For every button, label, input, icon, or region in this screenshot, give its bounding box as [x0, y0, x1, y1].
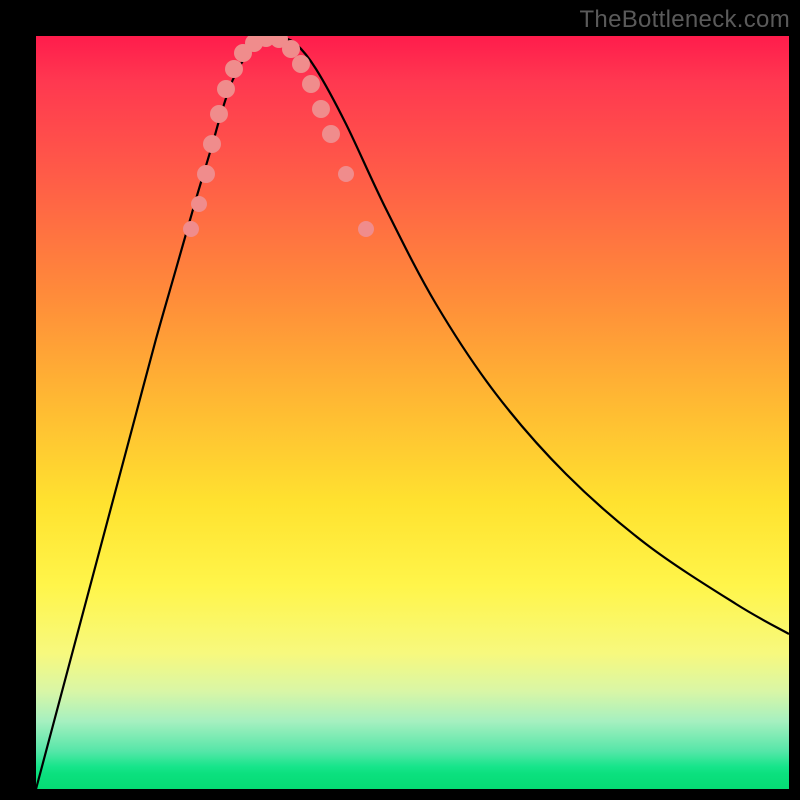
data-marker	[338, 166, 354, 182]
data-marker	[210, 105, 228, 123]
data-marker	[282, 40, 300, 58]
data-marker	[358, 221, 374, 237]
data-marker	[312, 100, 330, 118]
data-marker	[203, 135, 221, 153]
data-marker	[322, 125, 340, 143]
bottleneck-curve	[36, 37, 789, 789]
data-marker	[183, 221, 199, 237]
curve-svg	[36, 36, 789, 789]
plot-area	[36, 36, 789, 789]
marker-group	[183, 36, 374, 237]
data-marker	[302, 75, 320, 93]
data-marker	[217, 80, 235, 98]
data-marker	[292, 55, 310, 73]
watermark-text: TheBottleneck.com	[579, 6, 790, 34]
data-marker	[191, 196, 207, 212]
data-marker	[225, 60, 243, 78]
chart-frame: TheBottleneck.com	[0, 0, 800, 800]
data-marker	[197, 165, 215, 183]
